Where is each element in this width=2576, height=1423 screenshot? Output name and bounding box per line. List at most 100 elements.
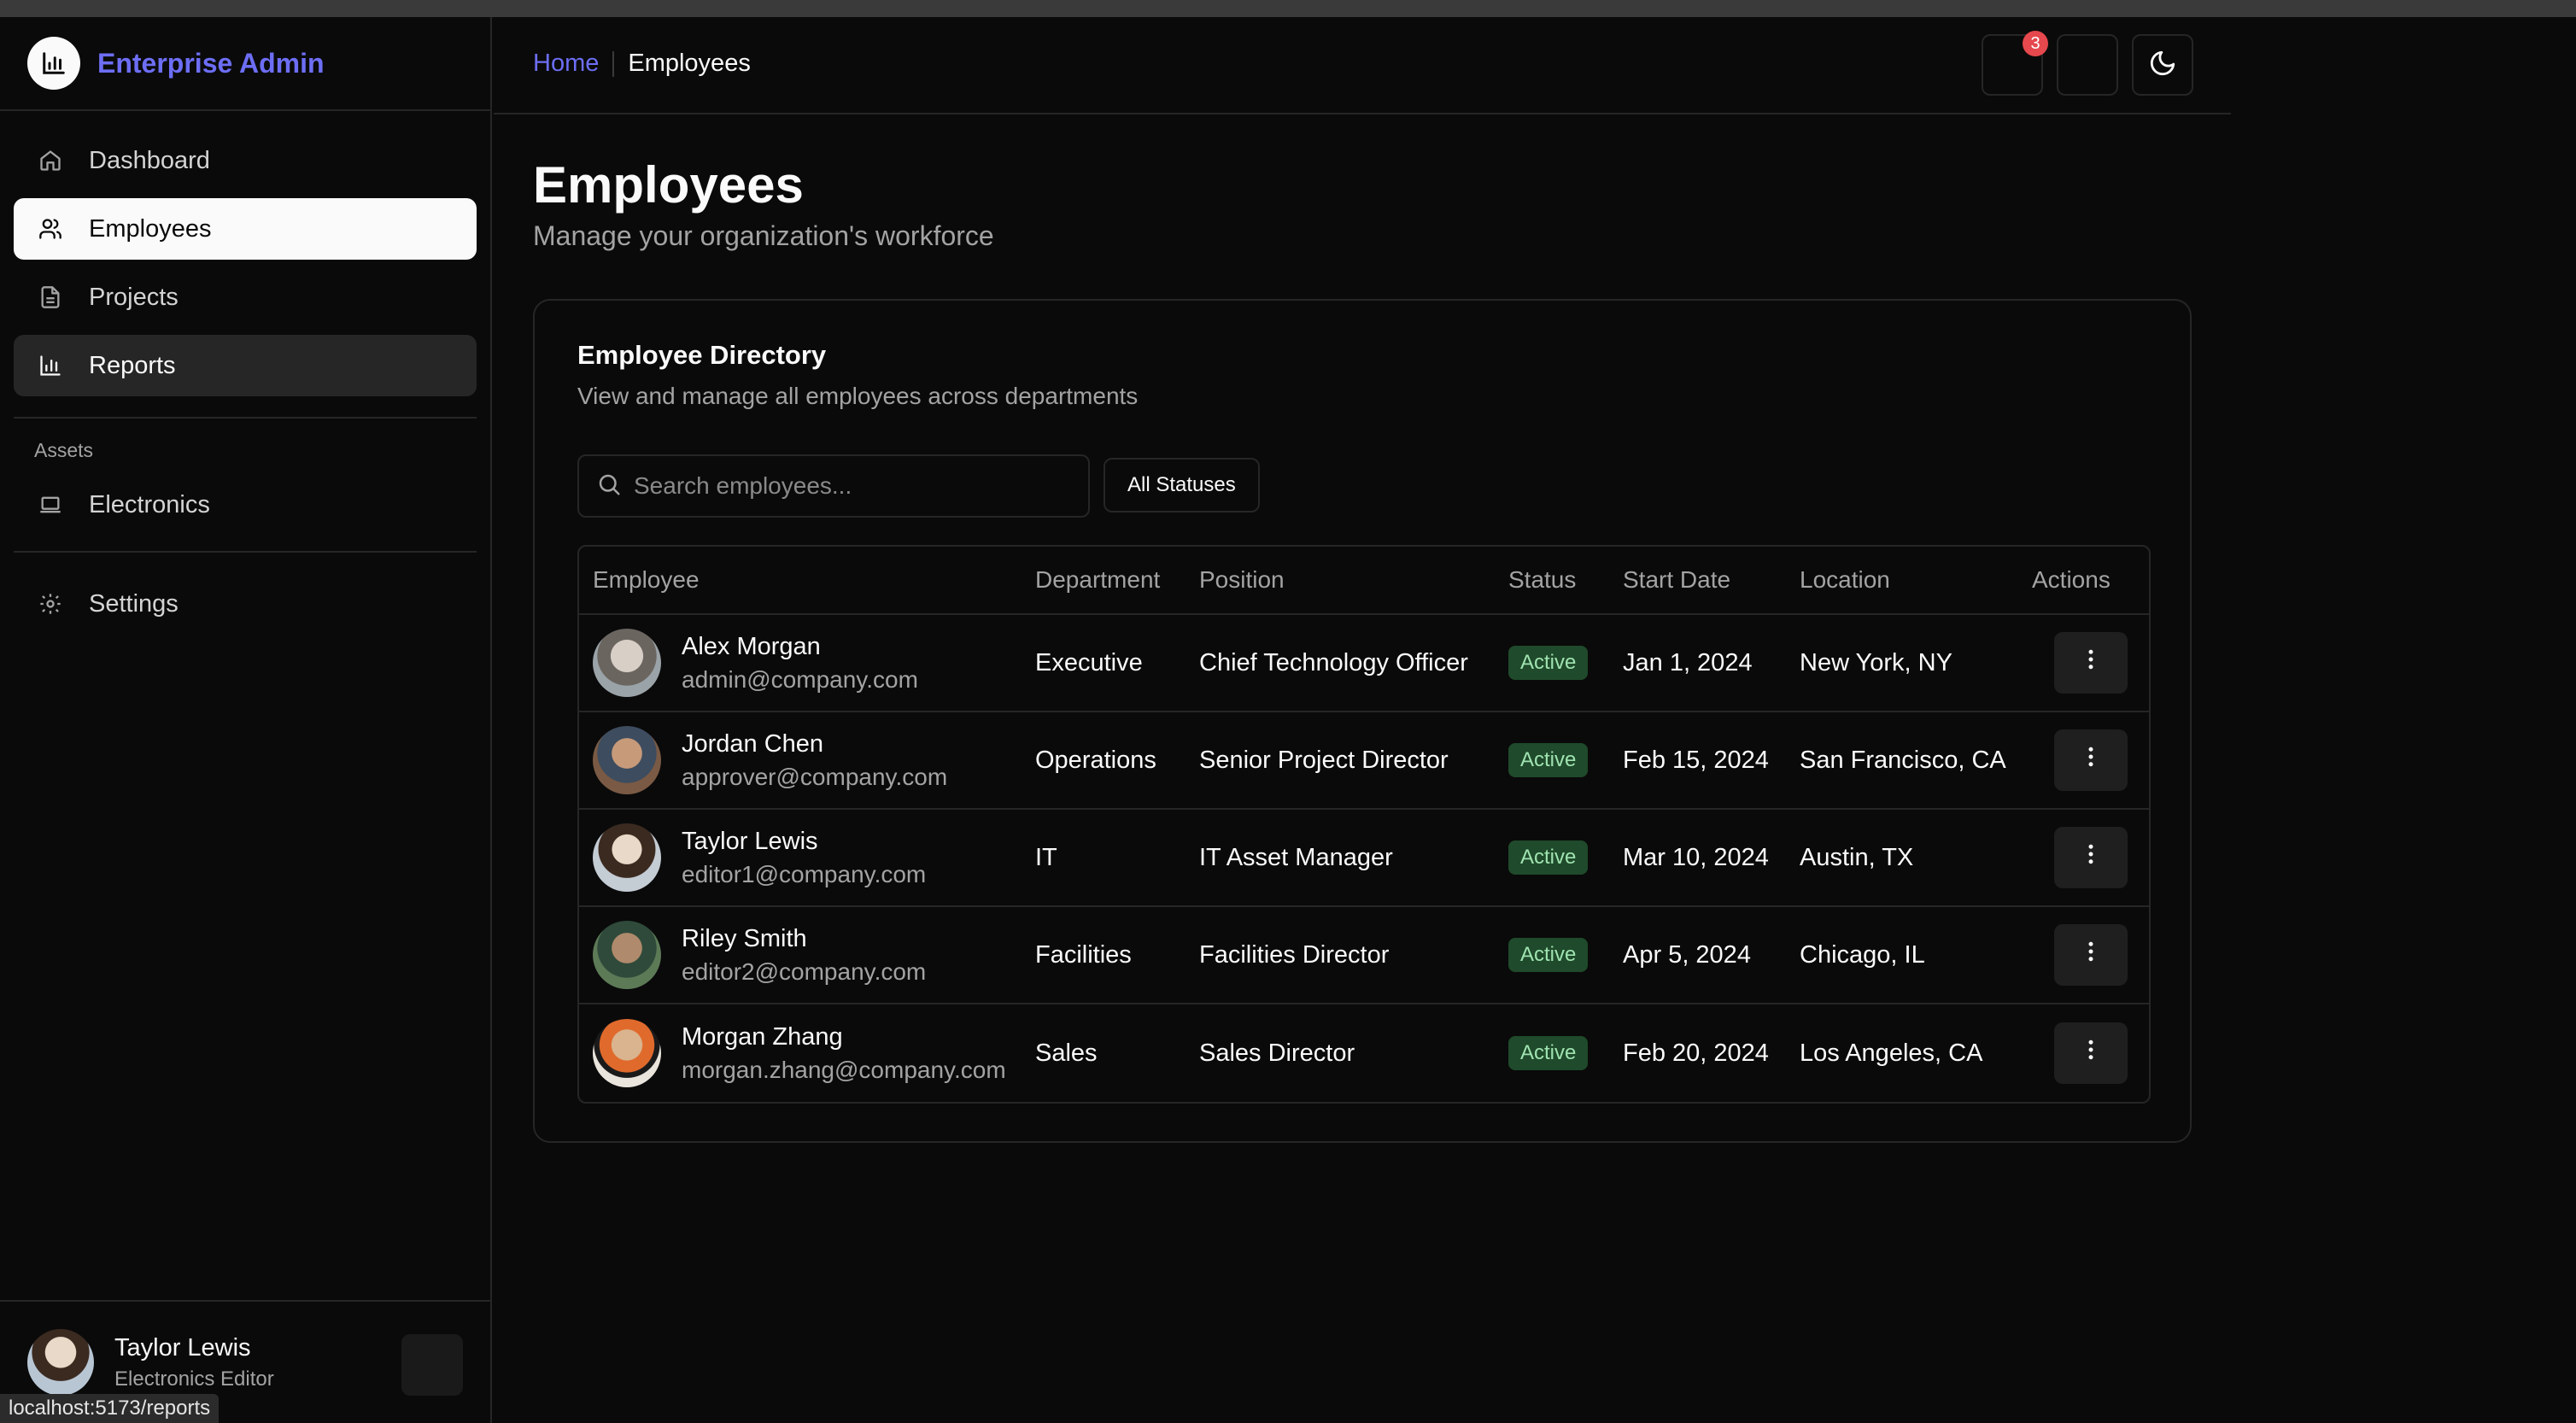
sidebar-item-label: Employees xyxy=(89,214,212,243)
search-icon xyxy=(596,471,622,501)
employee-cell: Alex Morgan admin@company.com xyxy=(579,629,1035,697)
department-cell: Executive xyxy=(1035,648,1143,676)
status-cell: Active xyxy=(1508,840,1623,875)
more-vertical-icon xyxy=(2078,939,2104,971)
status-filter-select[interactable]: All Statuses xyxy=(1104,458,1260,512)
actions-cell xyxy=(2032,632,2149,694)
sidebar-item-electronics[interactable]: Electronics xyxy=(14,474,477,536)
breadcrumb-separator xyxy=(612,50,615,77)
position-cell: Chief Technology Officer xyxy=(1199,648,1468,676)
avatar xyxy=(593,823,661,892)
breadcrumb-home[interactable]: Home xyxy=(533,50,599,78)
status-cell: Active xyxy=(1508,743,1623,777)
row-actions-button[interactable] xyxy=(2053,827,2128,888)
employee-email: editor2@company.com xyxy=(682,957,927,985)
row-actions-button[interactable] xyxy=(2053,729,2128,791)
more-vertical-icon xyxy=(2078,744,2104,776)
location-cell: Los Angeles, CA xyxy=(1800,1039,1983,1067)
status-cell: Active xyxy=(1508,646,1623,680)
status-badge: Active xyxy=(1508,1036,1589,1070)
start-date-cell: Apr 5, 2024 xyxy=(1623,940,1751,969)
page-subtitle: Manage your organization's workforce xyxy=(533,220,994,251)
employee-cell: Taylor Lewis editor1@company.com xyxy=(579,823,1035,892)
user-info: Taylor Lewis Electronics Editor xyxy=(114,1334,274,1391)
position-cell: Facilities Director xyxy=(1199,940,1390,969)
department-cell: Sales xyxy=(1035,1039,1098,1067)
assets-group-label: Assets xyxy=(34,439,94,461)
column-header-employee[interactable]: Employee xyxy=(579,566,1035,594)
user-name: Taylor Lewis xyxy=(114,1333,251,1362)
notification-badge: 3 xyxy=(2023,31,2048,56)
sidebar-item-employees[interactable]: Employees xyxy=(14,198,477,260)
employee-info: Jordan Chen approver@company.com xyxy=(682,730,947,791)
actions-cell xyxy=(2032,1022,2149,1084)
sidebar-item-label: Dashboard xyxy=(89,146,210,174)
actions-cell xyxy=(2032,827,2149,888)
actions-cell xyxy=(2032,924,2149,986)
column-header-position[interactable]: Position xyxy=(1199,566,1508,594)
settings-nav: Settings xyxy=(0,573,490,635)
assets-nav: Electronics xyxy=(0,474,490,536)
divider xyxy=(14,551,477,553)
column-header-department[interactable]: Department xyxy=(1035,566,1199,594)
table-row[interactable]: Morgan Zhang morgan.zhang@company.com Sa… xyxy=(579,1004,2149,1102)
column-header-start-date[interactable]: Start Date xyxy=(1623,566,1800,594)
department-cell: Operations xyxy=(1035,746,1156,774)
status-cell: Active xyxy=(1508,1036,1623,1070)
divider xyxy=(14,417,477,419)
laptop-icon xyxy=(36,490,65,519)
employee-info: Alex Morgan admin@company.com xyxy=(682,633,918,694)
employee-name: Riley Smith xyxy=(682,924,807,952)
location-cell: Austin, TX xyxy=(1800,843,1914,871)
status-badge: Active xyxy=(1508,743,1589,777)
employee-name: Jordan Chen xyxy=(682,729,824,758)
main-nav: Dashboard Employees Projects Reports xyxy=(0,111,490,396)
brand[interactable]: Enterprise Admin xyxy=(0,17,490,111)
search-input[interactable] xyxy=(634,472,1078,500)
status-url: localhost:5173/reports xyxy=(0,1394,220,1423)
more-vertical-icon xyxy=(2078,841,2104,874)
sidebar-item-settings[interactable]: Settings xyxy=(14,573,477,635)
row-actions-button[interactable] xyxy=(2053,632,2128,694)
more-vertical-icon xyxy=(2078,1037,2104,1069)
sidebar-item-reports[interactable]: Reports xyxy=(14,335,477,396)
card-subtitle: View and manage all employees across dep… xyxy=(577,383,1139,409)
status-badge: Active xyxy=(1508,840,1589,875)
start-date-cell: Jan 1, 2024 xyxy=(1623,648,1753,676)
users-icon xyxy=(36,214,65,243)
user-menu-button[interactable] xyxy=(401,1334,463,1396)
page-title: Employees xyxy=(533,156,804,214)
card-title: Employee Directory xyxy=(577,340,827,370)
sidebar-item-dashboard[interactable]: Dashboard xyxy=(14,130,477,191)
status-badge: Active xyxy=(1508,646,1589,680)
employee-name: Alex Morgan xyxy=(682,632,821,660)
column-header-location[interactable]: Location xyxy=(1800,566,2032,594)
avatar xyxy=(593,921,661,989)
row-actions-button[interactable] xyxy=(2053,1022,2128,1084)
moon-icon xyxy=(2148,49,2177,82)
employee-email: editor1@company.com xyxy=(682,860,927,887)
table-row[interactable]: Taylor Lewis editor1@company.com IT IT A… xyxy=(579,810,2149,907)
table-row[interactable]: Riley Smith editor2@company.com Faciliti… xyxy=(579,907,2149,1004)
row-actions-button[interactable] xyxy=(2053,924,2128,986)
position-cell: IT Asset Manager xyxy=(1199,843,1393,871)
column-header-status[interactable]: Status xyxy=(1508,566,1623,594)
app-title: Enterprise Admin xyxy=(97,47,325,79)
more-vertical-icon xyxy=(2078,647,2104,679)
theme-toggle-button[interactable] xyxy=(2132,34,2193,96)
notifications-button[interactable]: 3 xyxy=(1982,31,2048,96)
header-action-button[interactable] xyxy=(2057,34,2118,96)
employee-info: Morgan Zhang morgan.zhang@company.com xyxy=(682,1023,1006,1084)
employee-email: morgan.zhang@company.com xyxy=(682,1056,1006,1083)
employee-info: Taylor Lewis editor1@company.com xyxy=(682,828,926,888)
employee-email: admin@company.com xyxy=(682,665,918,693)
sidebar-item-projects[interactable]: Projects xyxy=(14,266,477,328)
department-cell: Facilities xyxy=(1035,940,1132,969)
table-row[interactable]: Alex Morgan admin@company.com Executive … xyxy=(579,615,2149,712)
table-row[interactable]: Jordan Chen approver@company.com Operati… xyxy=(579,712,2149,810)
search-box[interactable] xyxy=(577,454,1090,518)
file-icon xyxy=(36,283,65,312)
employee-name: Morgan Zhang xyxy=(682,1022,843,1051)
bar-chart-logo-icon xyxy=(27,37,80,90)
department-cell: IT xyxy=(1035,843,1057,871)
